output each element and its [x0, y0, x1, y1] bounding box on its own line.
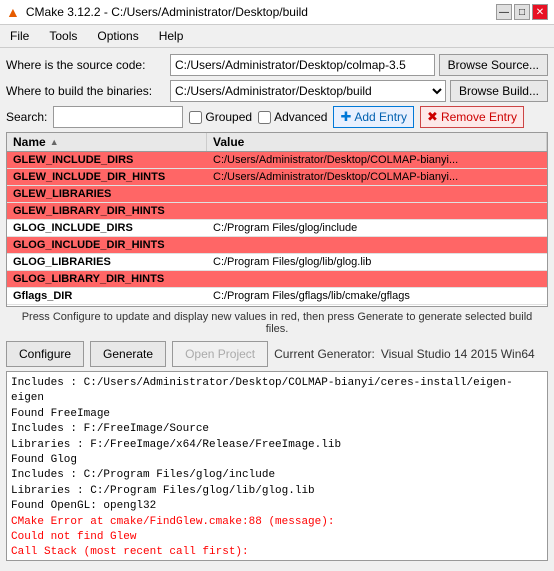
search-input[interactable]	[53, 106, 183, 128]
source-row: Where is the source code: Browse Source.…	[6, 54, 548, 76]
table-cell-value: C:/Users/Administrator/Desktop/COLMAP-bi…	[207, 152, 547, 168]
log-line: Could not find Glew	[11, 530, 543, 545]
table-cell-name: GLEW_INCLUDE_DIRS	[7, 152, 207, 168]
grouped-checkbox[interactable]	[189, 111, 202, 124]
info-text: Press Configure to update and display ne…	[6, 307, 548, 337]
build-label: Where to build the binaries:	[6, 84, 166, 98]
log-line: CMake Error at cmake/FindGlew.cmake:88 (…	[11, 515, 543, 530]
menu-help[interactable]: Help	[153, 27, 190, 45]
table-body: GLEW_INCLUDE_DIRSC:/Users/Administrator/…	[7, 152, 547, 307]
search-label: Search:	[6, 110, 47, 124]
log-line: Found FreeImage	[11, 407, 543, 422]
source-label: Where is the source code:	[6, 58, 166, 72]
source-input[interactable]	[170, 54, 435, 76]
grouped-checkbox-label[interactable]: Grouped	[189, 110, 252, 124]
table-row[interactable]: GLOG_LIBRARY_DIR_HINTS	[7, 271, 547, 288]
menu-bar: File Tools Options Help	[0, 25, 554, 48]
configure-button[interactable]: Configure	[6, 341, 84, 367]
add-entry-label: Add Entry	[354, 110, 407, 124]
build-row: Where to build the binaries: C:/Users/Ad…	[6, 80, 548, 102]
value-header-label: Value	[213, 135, 244, 149]
name-column-header: Name ▲	[7, 133, 207, 151]
advanced-checkbox-label[interactable]: Advanced	[258, 110, 327, 124]
generator-prefix: Current Generator:	[274, 347, 375, 361]
table-row[interactable]: GLOG_INCLUDE_DIR_HINTS	[7, 237, 547, 254]
grouped-label: Grouped	[205, 110, 252, 124]
remove-entry-label: Remove Entry	[441, 110, 517, 124]
search-row: Search: Grouped Advanced ✚ Add Entry ✖ R…	[6, 106, 548, 128]
table-row[interactable]: GLEW_INCLUDE_DIRSC:/Users/Administrator/…	[7, 152, 547, 169]
menu-file[interactable]: File	[4, 27, 35, 45]
close-button[interactable]: ✕	[532, 4, 548, 20]
maximize-button[interactable]: □	[514, 4, 530, 20]
title-bar-controls: — □ ✕	[496, 4, 548, 20]
table-row[interactable]: GLOG_LIBRARIESC:/Program Files/glog/lib/…	[7, 254, 547, 271]
open-project-button: Open Project	[172, 341, 268, 367]
table-row[interactable]: Gflags_DIRC:/Program Files/gflags/lib/cm…	[7, 288, 547, 305]
app-icon: ▲	[6, 4, 20, 20]
table-row[interactable]: GLOG_INCLUDE_DIRSC:/Program Files/glog/i…	[7, 220, 547, 237]
build-select[interactable]: C:/Users/Administrator/Desktop/build	[170, 80, 446, 102]
table-cell-name: Gflags_DIR	[7, 288, 207, 304]
title-bar: ▲ CMake 3.12.2 - C:/Users/Administrator/…	[0, 0, 554, 25]
advanced-checkbox[interactable]	[258, 111, 271, 124]
log-line: Libraries : F:/FreeImage/x64/Release/Fre…	[11, 438, 543, 453]
browse-build-button[interactable]: Browse Build...	[450, 80, 548, 102]
table-cell-name: GLEW_INCLUDE_DIR_HINTS	[7, 169, 207, 185]
name-header-label: Name	[13, 135, 46, 149]
table-row[interactable]: GLEW_LIBRARIES	[7, 186, 547, 203]
log-area[interactable]: Includes : C:/Users/Administrator/Deskto…	[6, 371, 548, 561]
table-header: Name ▲ Value	[7, 133, 547, 152]
action-row: Configure Generate Open Project Current …	[6, 337, 548, 371]
table-cell-value: C:/Program Files/glog/include	[207, 220, 547, 236]
minimize-button[interactable]: —	[496, 4, 512, 20]
log-line: Found Glog	[11, 453, 543, 468]
remove-entry-button[interactable]: ✖ Remove Entry	[420, 106, 524, 128]
table-row[interactable]: GLEW_INCLUDE_DIR_HINTSC:/Users/Administr…	[7, 169, 547, 186]
log-line: Includes : C:/Users/Administrator/Deskto…	[11, 376, 543, 407]
log-line: Includes : C:/Program Files/glog/include	[11, 468, 543, 483]
table-cell-name: GLEW_LIBRARY_DIR_HINTS	[7, 203, 207, 219]
table-cell-value	[207, 186, 547, 202]
main-content: Where is the source code: Browse Source.…	[0, 48, 554, 567]
browse-source-button[interactable]: Browse Source...	[439, 54, 548, 76]
log-line: Call Stack (most recent call first):	[11, 545, 543, 560]
table-cell-name: GLOG_INCLUDE_DIR_HINTS	[7, 237, 207, 253]
table-cell-value	[207, 271, 547, 287]
add-entry-button[interactable]: ✚ Add Entry	[333, 106, 414, 128]
table-cell-name: GLOG_LIBRARIES	[7, 254, 207, 270]
table-cell-name: GLEW_LIBRARIES	[7, 186, 207, 202]
menu-tools[interactable]: Tools	[43, 27, 83, 45]
table-cell-value: C:/Program Files/glog/lib/glog.lib	[207, 254, 547, 270]
sort-icon: ▲	[50, 137, 59, 147]
table-cell-value: C:/Users/Administrator/Desktop/COLMAP-bi…	[207, 169, 547, 185]
entries-table[interactable]: Name ▲ Value GLEW_INCLUDE_DIRSC:/Users/A…	[6, 132, 548, 307]
log-line: Includes : F:/FreeImage/Source	[11, 422, 543, 437]
log-line: Libraries : C:/Program Files/glog/lib/gl…	[11, 484, 543, 499]
add-icon: ✚	[340, 109, 351, 125]
table-cell-name: GLOG_INCLUDE_DIRS	[7, 220, 207, 236]
table-cell-value	[207, 203, 547, 219]
table-row[interactable]: GLEW_LIBRARY_DIR_HINTS	[7, 203, 547, 220]
log-line: Found OpenGL: opengl32	[11, 499, 543, 514]
menu-options[interactable]: Options	[91, 27, 144, 45]
table-cell-value: C:/Program Files/gflags/lib/cmake/gflags	[207, 288, 547, 304]
table-cell-value	[207, 237, 547, 253]
title-bar-text: CMake 3.12.2 - C:/Users/Administrator/De…	[26, 5, 490, 19]
remove-icon: ✖	[427, 109, 438, 125]
generator-value: Visual Studio 14 2015 Win64	[381, 347, 535, 361]
advanced-label: Advanced	[274, 110, 327, 124]
generate-button[interactable]: Generate	[90, 341, 166, 367]
value-column-header: Value	[207, 133, 547, 151]
table-cell-name: GLOG_LIBRARY_DIR_HINTS	[7, 271, 207, 287]
